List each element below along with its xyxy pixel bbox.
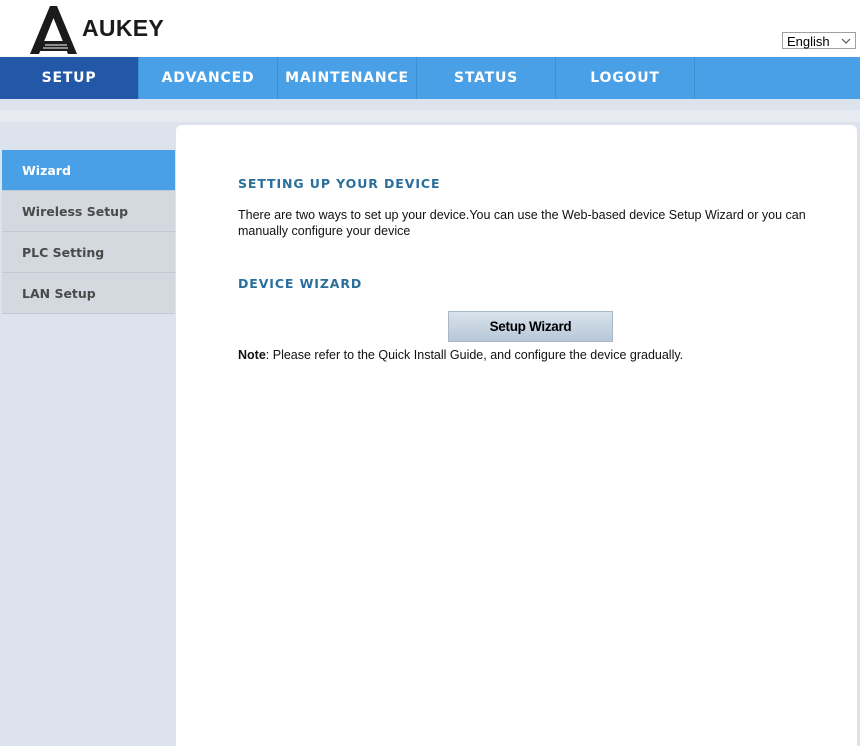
intro-text: There are two ways to set up your device… [238, 208, 806, 238]
section-title-wizard: DEVICE WIZARD [238, 276, 363, 291]
section-title-setup: SETTING UP YOUR DEVICE [238, 176, 441, 191]
chevron-down-icon [841, 33, 851, 56]
aukey-a-logo-icon [28, 5, 78, 55]
sidebar-item-wireless-setup[interactable]: Wireless Setup [2, 191, 175, 232]
sidebar-item-plc-setting[interactable]: PLC Setting [2, 232, 175, 273]
setup-wizard-button[interactable]: Setup Wizard [448, 311, 613, 342]
main-nav: SETUP ADVANCED MAINTENANCE STATUS LOGOUT [0, 57, 860, 99]
brand-logo: AUKEY [28, 4, 164, 56]
content-top-strip [0, 110, 860, 122]
note-label: Note [238, 348, 266, 362]
note-body: : Please refer to the Quick Install Guid… [265, 348, 684, 362]
tab-maintenance[interactable]: MAINTENANCE [278, 57, 417, 99]
tab-logout[interactable]: LOGOUT [556, 57, 695, 99]
header: AUKEY English [0, 0, 860, 57]
brand-name: AUKEY [82, 14, 165, 41]
tab-advanced[interactable]: ADVANCED [139, 57, 278, 99]
tab-status[interactable]: STATUS [417, 57, 556, 99]
sidebar-item-wizard[interactable]: Wizard [2, 150, 175, 191]
note-text: Note: Please refer to the Quick Install … [238, 348, 683, 362]
tab-setup[interactable]: SETUP [0, 57, 139, 99]
sidebar-item-lan-setup[interactable]: LAN Setup [2, 273, 175, 314]
language-selected: English [787, 34, 830, 49]
content-panel: SETTING UP YOUR DEVICE There are two way… [176, 125, 857, 746]
sidebar: Wizard Wireless Setup PLC Setting LAN Se… [2, 150, 175, 314]
language-select[interactable]: English [782, 32, 856, 49]
